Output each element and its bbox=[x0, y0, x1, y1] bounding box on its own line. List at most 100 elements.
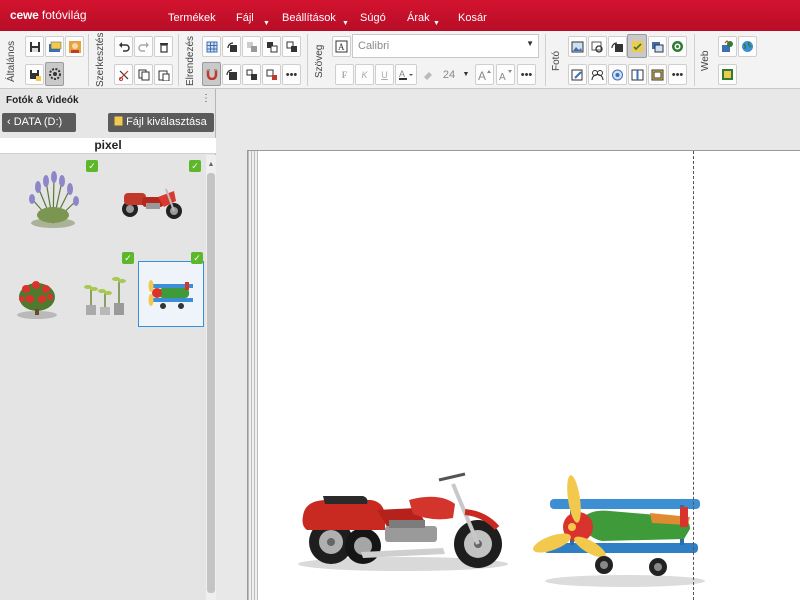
trash-icon[interactable] bbox=[154, 36, 173, 57]
font-color-icon[interactable]: A bbox=[395, 64, 417, 85]
checkmark-icon: ✓ bbox=[191, 252, 203, 264]
menu-settings-chevron-icon: ▼ bbox=[342, 20, 349, 27]
menu-settings[interactable]: Beállítások bbox=[282, 12, 336, 24]
bring-front-icon[interactable] bbox=[242, 36, 261, 57]
decrease-font-icon[interactable]: A bbox=[496, 64, 515, 85]
svg-text:A: A bbox=[399, 69, 405, 79]
copy-icon[interactable] bbox=[134, 64, 153, 85]
photos-panel: Fotók & Videók ⋮ ‹ DATA (D:) Fájl kivála… bbox=[0, 89, 216, 600]
ribbon-separator bbox=[178, 34, 179, 86]
more-icon[interactable]: ••• bbox=[282, 64, 301, 85]
photo-rotate-icon[interactable] bbox=[608, 36, 627, 57]
svg-text:A: A bbox=[338, 42, 345, 52]
photo-split-icon[interactable] bbox=[628, 64, 647, 85]
grid-icon[interactable] bbox=[202, 36, 221, 57]
drive-button[interactable]: ‹ DATA (D:) bbox=[2, 113, 76, 132]
paste-icon[interactable] bbox=[154, 64, 173, 85]
layer-icon[interactable] bbox=[282, 36, 301, 57]
thumbnail-scrollbar[interactable]: ▲ bbox=[206, 155, 216, 600]
undo-icon[interactable] bbox=[114, 36, 133, 57]
ribbon-separator bbox=[88, 34, 89, 86]
photo-effects-icon[interactable] bbox=[627, 34, 647, 58]
remove-frame-icon[interactable] bbox=[262, 64, 281, 85]
photo-frame-icon[interactable] bbox=[568, 36, 587, 57]
redo-icon[interactable] bbox=[134, 36, 153, 57]
group-label-arrange: Elrendezés bbox=[185, 35, 196, 87]
thumbnail-seedlings[interactable] bbox=[72, 263, 138, 329]
chevron-left-icon: ‹ bbox=[7, 116, 11, 128]
assistant-icon[interactable] bbox=[65, 36, 84, 57]
svg-text:A: A bbox=[478, 69, 486, 81]
increase-font-icon[interactable]: A bbox=[475, 64, 494, 85]
top-menu-bar: cewe fotóvilág Termékek Fájl ▼ Beállítás… bbox=[0, 0, 800, 31]
photo-enhance-icon[interactable] bbox=[668, 36, 687, 57]
font-size-value[interactable]: 24 bbox=[438, 64, 460, 85]
thumbnail-toy-airplane[interactable] bbox=[138, 261, 204, 327]
crop-frame-icon[interactable] bbox=[222, 64, 241, 85]
group-label-general: Általános bbox=[6, 40, 17, 82]
gear-icon[interactable] bbox=[45, 62, 64, 86]
align-icon[interactable] bbox=[242, 64, 261, 85]
editor-canvas[interactable] bbox=[217, 89, 800, 600]
menu-file[interactable]: Fájl bbox=[236, 12, 254, 24]
photo-toy-airplane[interactable] bbox=[530, 469, 706, 593]
magnet-icon[interactable] bbox=[202, 62, 221, 86]
group-label-edit: Szerkesztés bbox=[95, 32, 106, 87]
page-fold-line bbox=[693, 151, 694, 600]
group-label-photo: Fotó bbox=[551, 51, 562, 72]
web-gallery-icon[interactable] bbox=[718, 64, 737, 85]
photo-motorcycle[interactable] bbox=[293, 464, 515, 574]
scroll-up-icon[interactable]: ▲ bbox=[206, 161, 216, 168]
thumbnail-grid: ✓ ✓ ✓ ✓ bbox=[0, 155, 206, 600]
group-label-text: Szöveg bbox=[314, 44, 325, 78]
ribbon-separator bbox=[694, 34, 695, 86]
globe-icon[interactable] bbox=[738, 36, 757, 57]
group-label-web: Web bbox=[700, 50, 711, 72]
italic-button[interactable]: K bbox=[355, 64, 374, 85]
web-upload-icon[interactable] bbox=[718, 36, 737, 57]
photo-layers-icon[interactable] bbox=[648, 36, 667, 57]
font-family-select[interactable]: Calibri ▼ bbox=[352, 34, 539, 58]
photo-border-icon[interactable] bbox=[648, 64, 667, 85]
ribbon-separator bbox=[545, 34, 546, 86]
bold-button[interactable]: F bbox=[335, 64, 354, 85]
checkmark-icon: ✓ bbox=[189, 160, 201, 172]
panel-menu-icon[interactable]: ⋮ bbox=[201, 93, 211, 104]
send-back-icon[interactable] bbox=[262, 36, 281, 57]
scrollbar-thumb[interactable] bbox=[207, 173, 215, 593]
open-photos-icon[interactable] bbox=[45, 36, 64, 57]
font-size-chevron-icon[interactable]: ▼ bbox=[459, 64, 473, 85]
menu-prices[interactable]: Árak bbox=[407, 12, 430, 24]
rotate-icon[interactable] bbox=[222, 36, 241, 57]
photo-people-icon[interactable] bbox=[588, 64, 607, 85]
underline-button[interactable]: U bbox=[375, 64, 394, 85]
svg-text:A: A bbox=[499, 72, 506, 81]
save-icon[interactable] bbox=[25, 36, 44, 57]
checkmark-icon: ✓ bbox=[122, 252, 134, 264]
menu-prices-chevron-icon: ▼ bbox=[433, 20, 440, 27]
folder-title: pixel bbox=[0, 138, 216, 154]
page-surface[interactable] bbox=[258, 151, 800, 600]
thumbnail-flowering-bush[interactable] bbox=[4, 263, 70, 329]
menu-products[interactable]: Termékek bbox=[168, 12, 216, 24]
photo-crop-icon[interactable] bbox=[608, 64, 627, 85]
panel-title: Fotók & Videók bbox=[6, 95, 79, 106]
text-more-icon[interactable]: ••• bbox=[517, 64, 536, 85]
cut-icon[interactable] bbox=[114, 64, 133, 85]
highlight-icon[interactable] bbox=[419, 64, 437, 85]
menu-cart[interactable]: Kosár bbox=[458, 12, 487, 24]
photo-more-icon[interactable]: ••• bbox=[668, 64, 687, 85]
ribbon-separator bbox=[307, 34, 308, 86]
checkmark-icon: ✓ bbox=[86, 160, 98, 172]
photo-edit-icon[interactable] bbox=[568, 64, 587, 85]
app-logo: cewe fotóvilág bbox=[10, 8, 87, 22]
text-box-icon[interactable]: A bbox=[332, 36, 351, 57]
menu-help[interactable]: Súgó bbox=[360, 12, 386, 24]
thumbnail-lavender[interactable] bbox=[20, 167, 86, 233]
save-as-icon[interactable] bbox=[25, 64, 44, 85]
photo-zoom-icon[interactable] bbox=[588, 36, 607, 57]
thumbnail-motorcycle[interactable] bbox=[118, 167, 184, 233]
file-icon bbox=[114, 116, 123, 126]
page-spine bbox=[248, 151, 258, 600]
select-file-button[interactable]: Fájl kiválasztása bbox=[108, 113, 214, 132]
